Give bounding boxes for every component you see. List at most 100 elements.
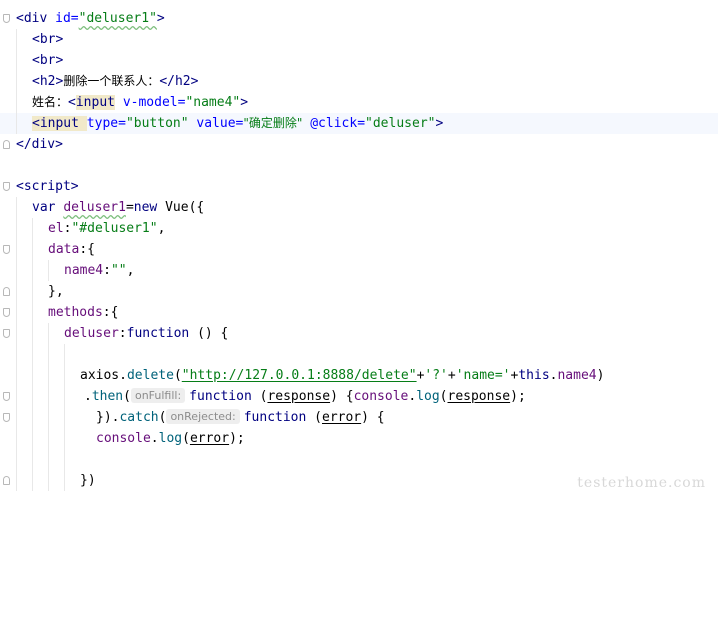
fold-toggle-icon[interactable] [3, 329, 10, 338]
punctuation: : [103, 263, 111, 278]
fold-toggle-icon[interactable] [3, 182, 10, 191]
punctuation: , [126, 263, 135, 278]
string-literal: 'name=' [455, 368, 511, 383]
code-line[interactable]: <div id="deluser1"> [0, 8, 718, 29]
property-name: name4 [64, 263, 104, 278]
current-code-line[interactable]: <input type="button" value="确定删除" @click… [0, 113, 718, 134]
fold-toggle-icon[interactable] [3, 392, 10, 401]
code-line[interactable]: methods:{ [0, 302, 718, 323]
fold-end-icon[interactable] [3, 476, 10, 485]
indent-guide [48, 386, 49, 407]
property-name: data [48, 242, 80, 257]
punctuation: , [157, 221, 166, 236]
code-line[interactable]: axios.delete("http://127.0.0.1:8888/dele… [0, 365, 718, 386]
method-call: catch [119, 410, 159, 425]
attr-value: "deluser" [365, 116, 436, 131]
code-line[interactable]: deluser:function () { [0, 323, 718, 344]
fold-toggle-icon[interactable] [3, 413, 10, 422]
fold-toggle-icon[interactable] [3, 14, 10, 23]
punctuation: ) { [361, 410, 385, 425]
code-line[interactable]: name4:"", [0, 260, 718, 281]
keyword: function [126, 326, 190, 341]
property-name: el [48, 221, 64, 236]
indent-guide [48, 428, 49, 449]
punctuation: ); [510, 389, 526, 404]
indent-guide [64, 386, 65, 407]
code-line[interactable]: 姓名：<input v-model="name4"> [0, 92, 718, 113]
code-line[interactable]: <script> [0, 176, 718, 197]
indent-guide [64, 470, 65, 491]
code-line[interactable]: console.log(error); [0, 428, 718, 449]
keyword: var [32, 200, 64, 215]
fold-end-icon[interactable] [3, 287, 10, 296]
string-literal: "" [110, 263, 127, 278]
code-line[interactable]: el:"#deluser1", [0, 218, 718, 239]
method-call: then [91, 389, 124, 404]
code-line[interactable]: var deluser1=new Vue({ [0, 197, 718, 218]
property-name: name4 [557, 368, 597, 383]
punctuation: ) { [330, 389, 354, 404]
code-line[interactable] [0, 155, 718, 176]
punctuation: ) [596, 368, 605, 383]
code-line[interactable]: data:{ [0, 239, 718, 260]
punctuation: ( [306, 410, 322, 425]
code-line[interactable] [0, 449, 718, 470]
code-line[interactable]: </div> [0, 134, 718, 155]
url-string[interactable]: "http://127.0.0.1:8888/delete" [182, 368, 417, 383]
punctuation: :{ [102, 305, 119, 320]
fold-end-icon[interactable] [3, 140, 10, 149]
code-line[interactable]: .then(onFulfill: function (response) {con… [0, 386, 718, 407]
code-editor[interactable]: <div id="deluser1"> <br> <br> <h2>删除一个联系… [0, 0, 718, 501]
indent-guide [16, 281, 17, 302]
parameter: error [322, 410, 362, 425]
punctuation: . [150, 431, 159, 446]
attr-name: v-model= [122, 95, 186, 110]
property-name: methods [48, 305, 103, 320]
indent-guide [32, 323, 33, 344]
punctuation: ( [439, 389, 448, 404]
code-line[interactable]: }, [0, 281, 718, 302]
indent-guide [48, 407, 49, 428]
indent-guide [16, 239, 17, 260]
indent-guide [16, 71, 17, 92]
code-line[interactable]: <br> [0, 50, 718, 71]
indent-guide [16, 323, 17, 344]
indent-guide [32, 407, 33, 428]
indent-guide [32, 239, 33, 260]
indent-guide [32, 260, 33, 281]
object-name: console [353, 389, 409, 404]
object-name: console [96, 431, 151, 446]
indent-guide [32, 470, 33, 491]
method-name: deluser [64, 326, 119, 341]
attr-value: "deluser1" [78, 11, 157, 26]
watermark: testerhome.com [577, 475, 706, 491]
indent-guide [16, 197, 17, 218]
indent-guide [48, 260, 49, 281]
parameter: response [267, 389, 331, 404]
code-line[interactable]: <br> [0, 29, 718, 50]
h2-text: 删除一个联系人： [63, 74, 160, 88]
code-line[interactable] [0, 344, 718, 365]
code-line[interactable]: }).catch(onRejected: function (error) { [0, 407, 718, 428]
indent-guide [16, 50, 17, 71]
indent-guide [16, 365, 17, 386]
keyword: this [518, 368, 550, 383]
method-call: log [158, 431, 183, 446]
indent-guide [48, 449, 49, 470]
indent-guide [48, 323, 49, 344]
punctuation: ( [123, 389, 131, 404]
script-open-tag: <script> [16, 179, 79, 194]
indent-guide [64, 365, 65, 386]
indent-guide [16, 386, 17, 407]
punctuation: }). [96, 410, 120, 425]
indent-guide [32, 344, 33, 365]
indent-guide [64, 428, 65, 449]
input-tag-name: input [75, 95, 115, 110]
fold-toggle-icon[interactable] [3, 245, 10, 254]
punctuation: . [408, 389, 417, 404]
method-call: log [416, 389, 440, 404]
code-line[interactable]: <h2>删除一个联系人：</h2> [0, 71, 718, 92]
operator: + [447, 368, 456, 383]
fold-toggle-icon[interactable] [3, 308, 10, 317]
punctuation: }) [80, 473, 96, 488]
